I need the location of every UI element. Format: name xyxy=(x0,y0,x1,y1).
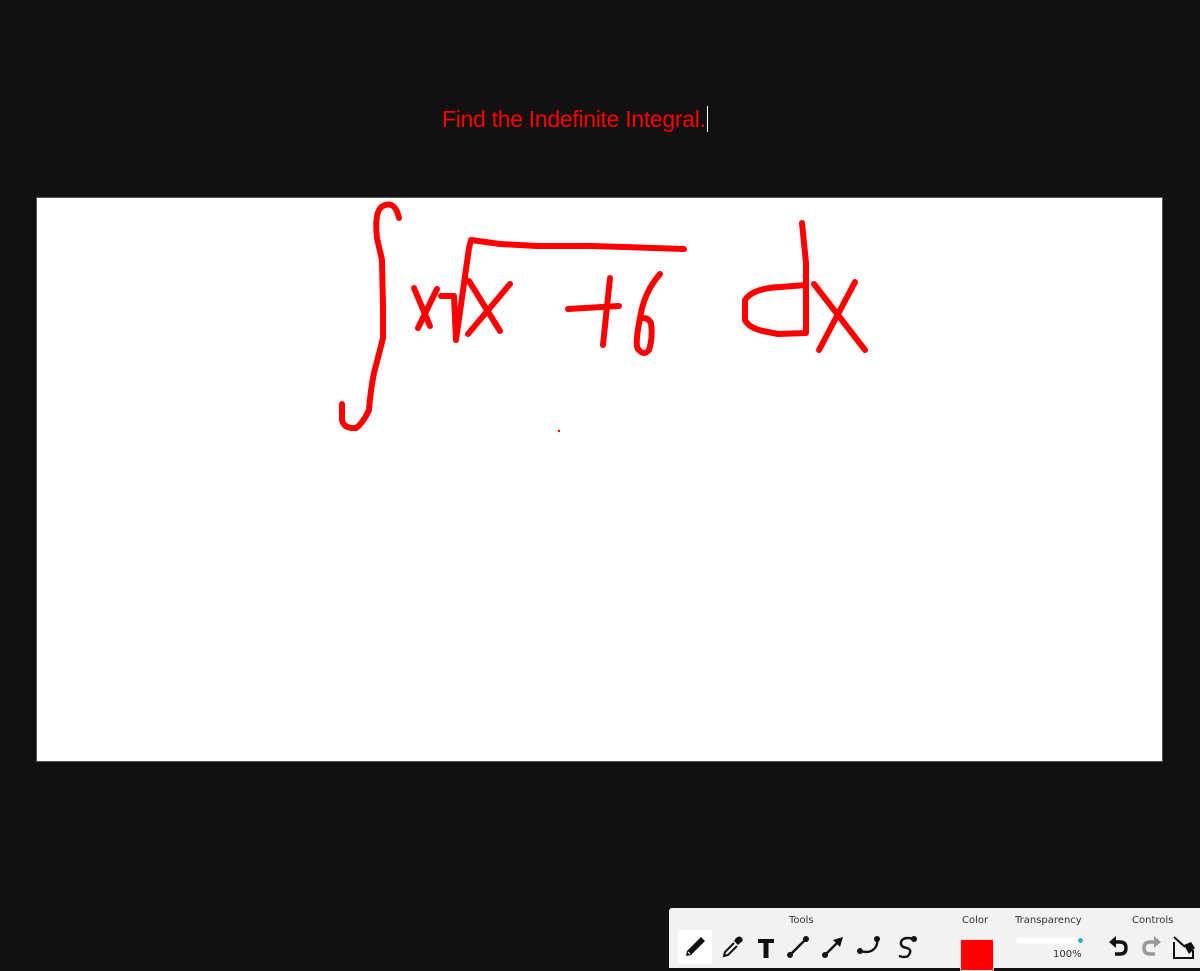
tools-group-label: Tools xyxy=(789,915,814,926)
arrow-tool-button[interactable] xyxy=(816,930,850,964)
redo-button[interactable] xyxy=(1135,930,1169,964)
curve-tool-button[interactable] xyxy=(852,930,886,964)
plus-stroke-horizontal xyxy=(565,303,622,312)
text-caret xyxy=(706,106,708,132)
bezier-tool-button[interactable] xyxy=(889,930,923,964)
pencil-icon xyxy=(686,937,705,956)
text-icon xyxy=(758,939,774,958)
clear-canvas-button[interactable] xyxy=(1167,930,1200,964)
text-tool-button[interactable] xyxy=(749,930,783,964)
plus-stroke-vertical xyxy=(600,275,613,348)
color-group-label: Color xyxy=(962,915,989,926)
line-icon xyxy=(787,936,809,958)
transparency-slider[interactable] xyxy=(1015,937,1085,944)
controls-group-label: Controls xyxy=(1132,915,1174,926)
eyedropper-icon xyxy=(722,936,743,958)
integral-sign-stroke xyxy=(339,201,402,432)
eyedropper-tool-button[interactable] xyxy=(715,930,749,964)
clear-canvas-icon xyxy=(1173,936,1195,959)
bezier-icon xyxy=(898,936,917,959)
transparency-slider-knob[interactable] xyxy=(1078,938,1083,943)
drawing-canvas[interactable] xyxy=(37,198,1162,761)
redo-icon xyxy=(1142,936,1161,956)
dx-x-stroke-2 xyxy=(816,279,858,353)
prompt-text: Find the Indefinite Integral. xyxy=(442,106,706,132)
line-tool-button[interactable] xyxy=(781,930,815,964)
pencil-tool-button[interactable] xyxy=(678,930,712,964)
undo-button[interactable] xyxy=(1101,930,1135,964)
transparency-value: 100% xyxy=(1053,949,1082,960)
stray-ink-dot xyxy=(557,429,561,433)
drawing-toolbar: Tools Color Transparency 100% Controls xyxy=(669,908,1200,971)
color-swatch[interactable] xyxy=(960,939,994,971)
arrow-icon xyxy=(822,937,843,958)
six-stroke xyxy=(633,271,663,356)
handwritten-expression xyxy=(339,201,868,433)
transparency-group-label: Transparency xyxy=(1015,915,1082,926)
d-stroke xyxy=(742,220,809,337)
curve-icon xyxy=(857,936,880,954)
prompt-text-box[interactable]: Find the Indefinite Integral. xyxy=(442,106,708,133)
undo-icon xyxy=(1109,936,1128,956)
